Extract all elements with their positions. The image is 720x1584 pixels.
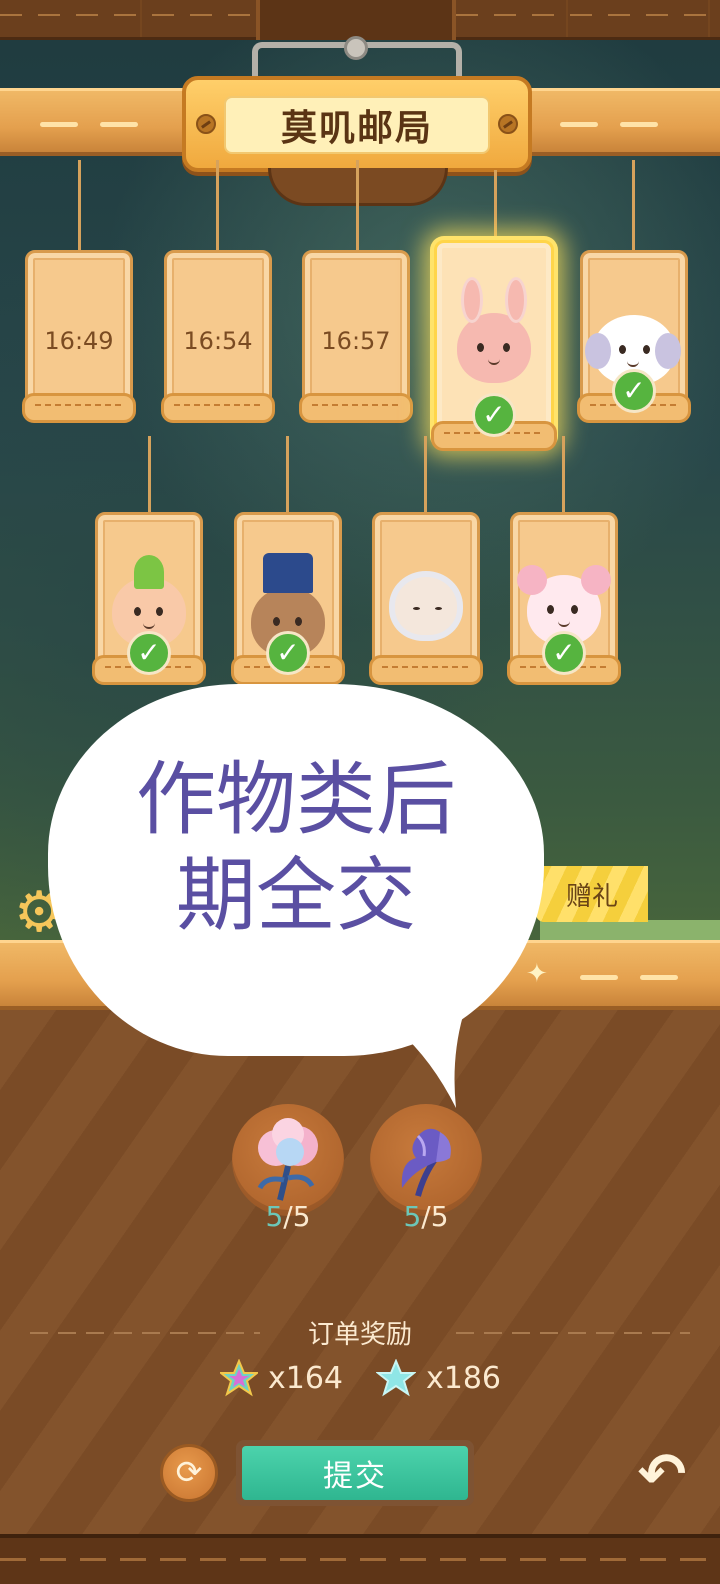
bubble-line-2: 期全交 — [176, 849, 416, 942]
pink-cotton-flower-icon — [257, 1118, 318, 1201]
hanger-knob — [344, 36, 368, 60]
item-progress: 5/5 — [403, 1200, 449, 1233]
order-card[interactable]: 16:49 — [22, 250, 136, 423]
order-timer: 16:54 — [183, 327, 253, 355]
order-card[interactable]: ✓ — [231, 512, 345, 685]
order-card[interactable]: ✓ — [577, 250, 691, 423]
completed-check-icon: ✓ — [542, 631, 586, 675]
gift-tab[interactable]: 赠礼 — [536, 866, 648, 922]
item-progress: 5/5 — [265, 1200, 311, 1233]
order-card[interactable]: 16:54 — [161, 250, 275, 423]
completed-check-icon: ✓ — [472, 393, 516, 437]
purple-coral-flower-icon — [401, 1128, 451, 1197]
completed-check-icon: ✓ — [127, 631, 171, 675]
completed-check-icon: ✓ — [266, 631, 310, 675]
sparkle-icon: ✦ — [526, 959, 548, 989]
divider — [456, 1332, 690, 1334]
submit-button[interactable]: 提交 — [236, 1440, 474, 1506]
order-card[interactable] — [369, 512, 483, 685]
star-crystal-amount: x186 — [426, 1360, 502, 1396]
back-arrow-icon: ↶ — [637, 1440, 687, 1508]
order-timer: 16:57 — [321, 327, 391, 355]
star-coin-icon — [220, 1359, 258, 1397]
submit-label: 提交 — [242, 1446, 468, 1500]
order-card[interactable]: ✓ — [92, 512, 206, 685]
gift-tab-label: 赠礼 — [565, 881, 618, 912]
sign-post — [256, 0, 456, 40]
order-card[interactable]: ✓ — [507, 512, 621, 685]
page-title: 莫叽邮局 — [224, 96, 490, 154]
screw-icon — [498, 114, 518, 134]
bubble-line-1: 作物类后 — [136, 753, 456, 846]
bubble-text: 作物类后 期全交 — [48, 752, 544, 944]
footer-wood-beam — [0, 1534, 720, 1584]
completed-check-icon: ✓ — [612, 369, 656, 413]
screw-icon — [196, 114, 216, 134]
refresh-button[interactable]: ⟳ — [160, 1444, 218, 1502]
order-card-selected[interactable]: ✓ — [431, 240, 557, 451]
reward-star-coin: x164 — [220, 1358, 343, 1398]
star-crystal-icon — [376, 1359, 416, 1397]
title-sign: 莫叽邮局 — [182, 76, 532, 172]
bunny-clown-icon — [457, 277, 531, 383]
order-timer: 16:49 — [44, 327, 114, 355]
star-coin-amount: x164 — [268, 1360, 344, 1396]
order-card[interactable]: 16:57 — [299, 250, 413, 423]
refresh-icon: ⟳ — [175, 1453, 203, 1491]
back-button[interactable]: ↶ — [630, 1444, 694, 1508]
speech-bubble-tail — [398, 1000, 468, 1108]
reward-star-crystal: x186 — [376, 1358, 501, 1398]
silver-hair-girl-icon — [389, 571, 463, 641]
